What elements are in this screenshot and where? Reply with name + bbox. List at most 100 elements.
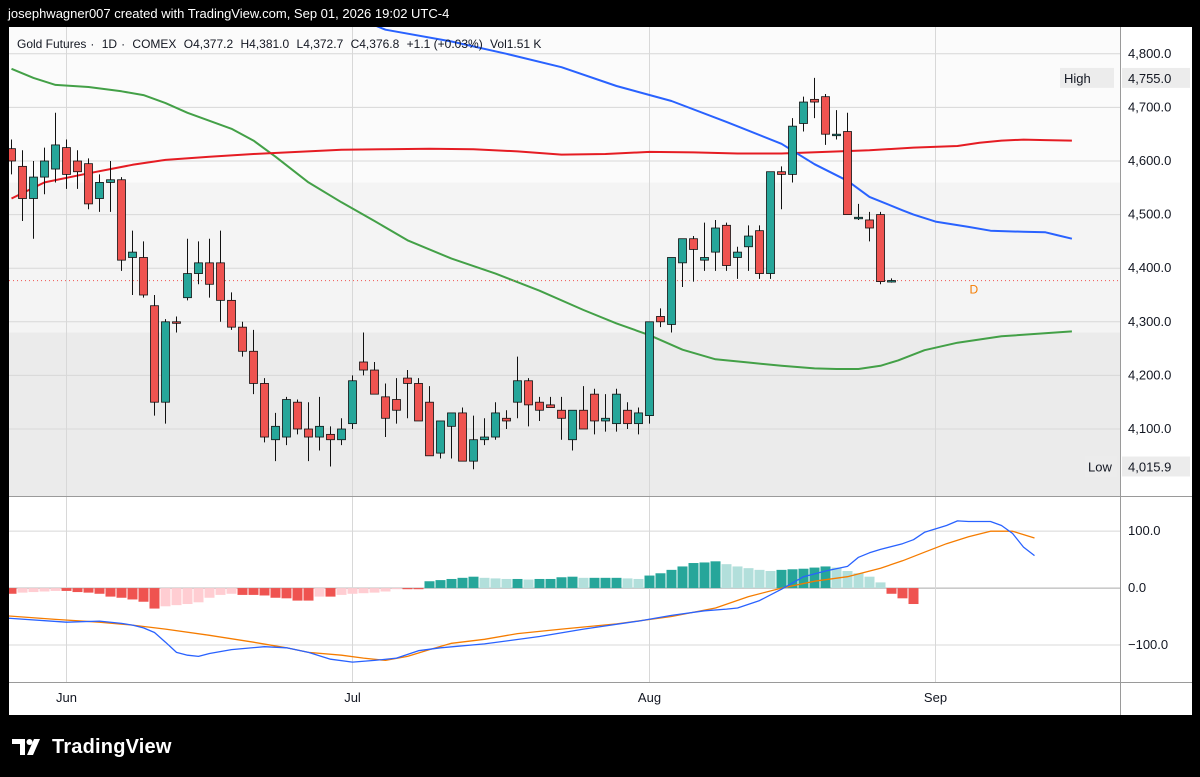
candle-body[interactable]	[480, 436, 489, 441]
candle-body[interactable]	[106, 179, 115, 183]
candle-body[interactable]	[425, 401, 434, 457]
macd-histogram-bar[interactable]	[534, 578, 545, 589]
candle-body[interactable]	[689, 238, 698, 250]
candle-body[interactable]	[95, 182, 104, 199]
candle-body[interactable]	[293, 401, 302, 430]
macd-histogram-bar[interactable]	[743, 568, 754, 589]
macd-histogram-bar[interactable]	[435, 580, 446, 589]
macd-histogram-bar[interactable]	[50, 588, 61, 591]
macd-histogram-bar[interactable]	[677, 566, 688, 589]
macd-histogram-bar[interactable]	[776, 569, 787, 589]
macd-histogram-bar[interactable]	[127, 588, 138, 600]
macd-histogram-bar[interactable]	[754, 569, 765, 589]
macd-histogram-bar[interactable]	[28, 588, 39, 593]
candle-body[interactable]	[271, 425, 280, 441]
macd-histogram-bar[interactable]	[182, 588, 193, 605]
candle-body[interactable]	[612, 393, 621, 425]
candle-body[interactable]	[491, 412, 500, 438]
candle-body[interactable]	[304, 428, 313, 438]
candle-body[interactable]	[502, 417, 511, 422]
macd-histogram-bar[interactable]	[248, 588, 259, 595]
macd-histogram-bar[interactable]	[633, 578, 644, 589]
price-axis-label[interactable]: 4,700.0	[1128, 99, 1171, 114]
macd-histogram-bar[interactable]	[479, 577, 490, 589]
candle-body[interactable]	[51, 144, 60, 170]
macd-histogram-bar[interactable]	[721, 564, 732, 589]
macd-histogram-bar[interactable]	[600, 577, 611, 589]
price-axis-label[interactable]: 4,800.0	[1128, 46, 1171, 61]
candle-body[interactable]	[205, 262, 214, 285]
candle-body[interactable]	[414, 383, 423, 422]
macd-histogram-bar[interactable]	[281, 588, 292, 599]
candle-body[interactable]	[623, 409, 632, 425]
indicator-axis-label[interactable]: −100.0	[1128, 637, 1168, 652]
macd-histogram-bar[interactable]	[336, 588, 347, 595]
candle-body[interactable]	[711, 227, 720, 253]
macd-histogram-bar[interactable]	[160, 588, 171, 607]
candle-body[interactable]	[854, 216, 863, 220]
candle-body[interactable]	[403, 377, 412, 384]
candle-body[interactable]	[227, 299, 236, 328]
candle-body[interactable]	[865, 219, 874, 229]
macd-histogram-bar[interactable]	[83, 588, 94, 593]
macd-histogram-bar[interactable]	[138, 588, 149, 602]
candle-body[interactable]	[755, 230, 764, 274]
candle-body[interactable]	[579, 409, 588, 430]
candle-body[interactable]	[458, 412, 467, 462]
candle-body[interactable]	[601, 417, 610, 422]
macd-histogram-bar[interactable]	[347, 588, 358, 594]
indicator-axis-label[interactable]: 100.0	[1128, 523, 1161, 538]
candle-body[interactable]	[172, 321, 181, 324]
candle-body[interactable]	[568, 409, 577, 441]
candle-body[interactable]	[29, 176, 38, 199]
macd-histogram-bar[interactable]	[875, 582, 886, 589]
macd-histogram-bar[interactable]	[468, 576, 479, 589]
macd-histogram-bar[interactable]	[413, 588, 424, 590]
candle-body[interactable]	[370, 369, 379, 395]
candle-body[interactable]	[678, 238, 687, 264]
macd-histogram-bar[interactable]	[578, 577, 589, 589]
macd-histogram-bar[interactable]	[666, 569, 677, 589]
price-axis-label[interactable]: 4,300.0	[1128, 314, 1171, 329]
candle-body[interactable]	[73, 160, 82, 173]
macd-histogram-bar[interactable]	[204, 588, 215, 598]
macd-histogram-bar[interactable]	[17, 588, 28, 593]
macd-histogram-bar[interactable]	[149, 588, 160, 609]
candle-body[interactable]	[62, 147, 71, 175]
candle-body[interactable]	[887, 280, 896, 283]
candle-body[interactable]	[315, 425, 324, 438]
macd-histogram-bar[interactable]	[61, 588, 72, 591]
candle-body[interactable]	[810, 98, 819, 103]
macd-histogram-bar[interactable]	[369, 588, 380, 593]
candle-body[interactable]	[744, 235, 753, 248]
candle-body[interactable]	[359, 361, 368, 371]
macd-histogram-bar[interactable]	[237, 588, 248, 595]
candle-body[interactable]	[381, 396, 390, 419]
candle-body[interactable]	[843, 131, 852, 215]
macd-histogram-bar[interactable]	[589, 577, 600, 589]
candle-body[interactable]	[524, 380, 533, 406]
macd-histogram-bar[interactable]	[622, 578, 633, 589]
candle-body[interactable]	[788, 125, 797, 175]
macd-histogram-bar[interactable]	[270, 588, 281, 598]
macd-histogram-bar[interactable]	[9, 588, 17, 594]
candle-body[interactable]	[40, 160, 49, 178]
candle-body[interactable]	[216, 262, 225, 301]
macd-histogram-bar[interactable]	[490, 578, 501, 589]
candle-body[interactable]	[645, 321, 654, 416]
candle-body[interactable]	[161, 321, 170, 403]
chart-canvas[interactable]: 4,800.0 4,700.0 4,600.0 4,500.0 4,400.0 4,300…	[9, 27, 1192, 715]
candle-body[interactable]	[656, 316, 665, 323]
macd-histogram-bar[interactable]	[72, 588, 83, 593]
macd-histogram-bar[interactable]	[303, 588, 314, 601]
macd-histogram-bar[interactable]	[314, 588, 325, 597]
candle-body[interactable]	[722, 224, 731, 266]
price-axis-label[interactable]: 4,500.0	[1128, 207, 1171, 222]
time-axis-label[interactable]: Aug	[638, 690, 661, 705]
candle-body[interactable]	[150, 305, 159, 403]
candle-body[interactable]	[392, 399, 401, 411]
candle-body[interactable]	[128, 251, 137, 258]
macd-histogram-bar[interactable]	[358, 588, 369, 594]
macd-histogram-bar[interactable]	[611, 577, 622, 589]
macd-histogram-bar[interactable]	[391, 588, 402, 590]
